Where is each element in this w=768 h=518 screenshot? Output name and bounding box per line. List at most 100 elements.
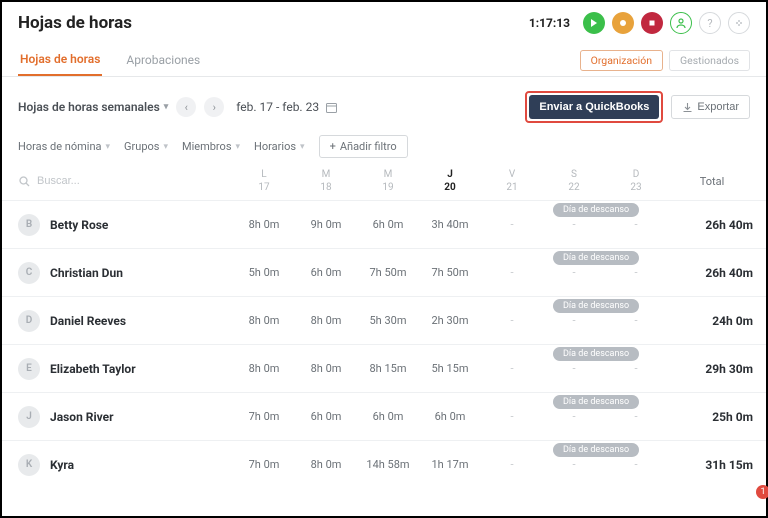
play-icon[interactable] xyxy=(583,12,605,34)
rest-day-pill: Día de descanso xyxy=(553,347,639,361)
filter-schedules[interactable]: Horarios▾ xyxy=(254,140,305,153)
day-header: M18 xyxy=(295,168,357,194)
total-cell: 26h 40m xyxy=(667,249,757,296)
chip-managed[interactable]: Gestionados xyxy=(669,50,750,71)
member-name: Kyra xyxy=(50,458,74,472)
day-header: D23 xyxy=(605,168,667,194)
time-cell[interactable]: - xyxy=(481,441,543,488)
export-label: Exportar xyxy=(697,101,739,113)
member-name: Betty Rose xyxy=(50,218,108,232)
time-cell[interactable]: 8h 0m xyxy=(295,297,357,344)
avatar: E xyxy=(18,358,40,380)
rest-day-pill: Día de descanso xyxy=(553,395,639,409)
settings-icon[interactable] xyxy=(728,12,750,34)
time-cell[interactable]: 1h 17m xyxy=(419,441,481,488)
time-cell[interactable]: 7h 0m xyxy=(233,441,295,488)
time-cell[interactable]: 8h 0m xyxy=(233,297,295,344)
date-range-label: feb. 17 - feb. 23 xyxy=(236,100,319,114)
download-icon xyxy=(682,102,693,113)
page-title: Hojas de horas xyxy=(18,13,132,33)
member-name: Daniel Reeves xyxy=(50,314,126,328)
chevron-down-icon: ▾ xyxy=(106,142,111,152)
member-name: Elizabeth Taylor xyxy=(50,362,136,376)
timer-display: 1:17:13 xyxy=(529,16,570,30)
avatar: D xyxy=(18,310,40,332)
time-cell[interactable]: 6h 0m xyxy=(357,393,419,440)
time-cell[interactable]: 7h 0m xyxy=(233,393,295,440)
chevron-down-icon: ▾ xyxy=(164,102,169,112)
table-row[interactable]: DDaniel Reeves8h 0m8h 0m5h 30m2h 30m---2… xyxy=(2,296,766,344)
day-header: M19 xyxy=(357,168,419,194)
time-cell[interactable]: 6h 0m xyxy=(419,393,481,440)
time-cell[interactable]: 8h 15m xyxy=(357,345,419,392)
chevron-down-icon: ▾ xyxy=(300,142,305,152)
day-header: L17 xyxy=(233,168,295,194)
avatar: K xyxy=(18,454,40,476)
time-cell[interactable]: 14h 58m xyxy=(357,441,419,488)
time-cell[interactable]: - xyxy=(481,393,543,440)
day-header: V21 xyxy=(481,168,543,194)
time-cell[interactable]: 6h 0m xyxy=(295,249,357,296)
add-filter-label: Añadir filtro xyxy=(340,140,397,153)
time-cell[interactable]: 9h 0m xyxy=(295,201,357,248)
time-cell[interactable]: 5h 30m xyxy=(357,297,419,344)
table-row[interactable]: BBetty Rose8h 0m9h 0m6h 0m3h 40m---26h 4… xyxy=(2,200,766,248)
time-cell[interactable]: 2h 30m xyxy=(419,297,481,344)
table-row[interactable]: CChristian Dun5h 0m6h 0m7h 50m7h 50m---2… xyxy=(2,248,766,296)
member-name: Christian Dun xyxy=(50,266,123,280)
filter-members[interactable]: Miembros▾ xyxy=(182,140,240,153)
time-cell[interactable]: 7h 50m xyxy=(419,249,481,296)
time-cell[interactable]: 8h 0m xyxy=(233,201,295,248)
time-cell[interactable]: 5h 0m xyxy=(233,249,295,296)
time-cell[interactable]: 5h 15m xyxy=(419,345,481,392)
tab-timesheets[interactable]: Hojas de horas xyxy=(18,44,102,76)
total-cell: 25h 0m xyxy=(667,393,757,440)
view-dropdown[interactable]: Hojas de horas semanales ▾ xyxy=(18,100,168,114)
time-cell[interactable]: 7h 50m xyxy=(357,249,419,296)
help-icon[interactable]: ? xyxy=(699,12,721,34)
rest-day-pill: Día de descanso xyxy=(553,443,639,457)
filter-groups[interactable]: Grupos▾ xyxy=(124,140,168,153)
export-button[interactable]: Exportar xyxy=(671,95,750,119)
avatar: C xyxy=(18,262,40,284)
total-cell: 29h 30m xyxy=(667,345,757,392)
plus-icon: + xyxy=(330,140,336,153)
user-icon[interactable] xyxy=(670,12,692,34)
table-row[interactable]: EElizabeth Taylor8h 0m8h 0m8h 15m5h 15m-… xyxy=(2,344,766,392)
add-filter-button[interactable]: + Añadir filtro xyxy=(319,135,408,158)
time-cell[interactable]: - xyxy=(481,345,543,392)
next-week-button[interactable]: › xyxy=(204,97,224,117)
time-cell[interactable]: 8h 0m xyxy=(295,441,357,488)
filter-payroll[interactable]: Horas de nómina▾ xyxy=(18,140,110,153)
time-cell[interactable]: 6h 0m xyxy=(295,393,357,440)
prev-week-button[interactable]: ‹ xyxy=(176,97,196,117)
avatar: B xyxy=(18,214,40,236)
quickbooks-highlight: Enviar a QuickBooks xyxy=(525,91,663,123)
view-dropdown-label: Hojas de horas semanales xyxy=(18,100,160,114)
time-cell[interactable]: 6h 0m xyxy=(357,201,419,248)
search-input[interactable] xyxy=(37,175,167,187)
pause-icon[interactable] xyxy=(612,12,634,34)
send-quickbooks-button[interactable]: Enviar a QuickBooks xyxy=(529,95,659,119)
table-row[interactable]: JJason River7h 0m6h 0m6h 0m6h 0m---25h 0… xyxy=(2,392,766,440)
chip-organization[interactable]: Organización xyxy=(580,50,663,71)
stop-icon[interactable] xyxy=(641,12,663,34)
time-cell[interactable]: 8h 0m xyxy=(233,345,295,392)
time-cell[interactable]: 8h 0m xyxy=(295,345,357,392)
table-row[interactable]: KKyra7h 0m8h 0m14h 58m1h 17m---31h 15mDí… xyxy=(2,440,766,488)
rest-day-pill: Día de descanso xyxy=(553,203,639,217)
member-name: Jason River xyxy=(50,410,114,424)
tab-approvals[interactable]: Aprobaciones xyxy=(124,45,202,75)
chevron-down-icon: ▾ xyxy=(236,142,241,152)
total-header: Total xyxy=(667,168,757,194)
time-cell[interactable]: - xyxy=(481,249,543,296)
time-cell[interactable]: - xyxy=(481,297,543,344)
total-cell: 31h 15m xyxy=(667,441,757,488)
time-cell[interactable]: - xyxy=(481,201,543,248)
rest-day-pill: Día de descanso xyxy=(553,299,639,313)
calendar-icon[interactable] xyxy=(325,101,338,114)
rest-day-pill: Día de descanso xyxy=(553,251,639,265)
time-cell[interactable]: 3h 40m xyxy=(419,201,481,248)
notification-badge[interactable]: 1 xyxy=(756,485,768,499)
day-header: J20 xyxy=(419,168,481,194)
